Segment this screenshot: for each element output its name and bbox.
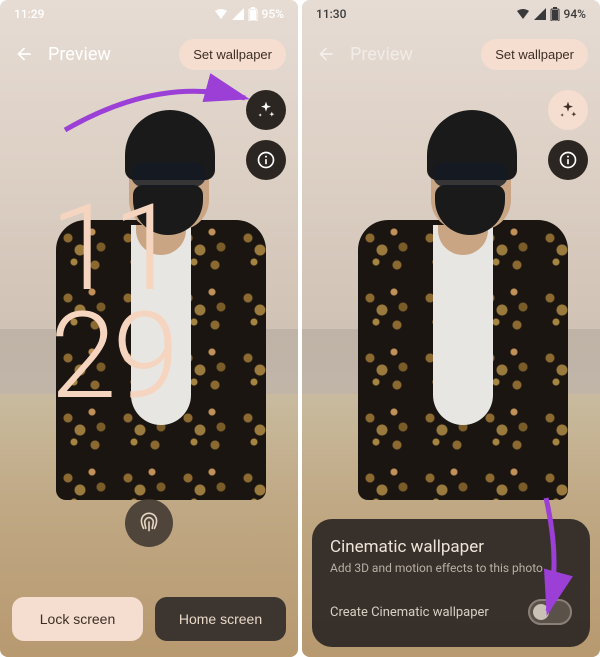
set-wallpaper-button[interactable]: Set wallpaper [481,39,588,70]
status-battery: 95% [262,7,284,21]
clock-minutes: 29 [50,303,175,411]
fingerprint-button[interactable] [125,499,173,547]
battery-icon [550,7,560,21]
page-title: Preview [350,44,413,65]
status-bar: 11:29 95% [0,0,298,28]
sparkle-fab[interactable] [246,90,286,130]
set-wallpaper-button[interactable]: Set wallpaper [179,39,286,70]
signal-icon [232,8,244,20]
lock-screen-clock: 11 29 [50,195,175,411]
back-button[interactable] [314,42,338,66]
info-fab[interactable] [548,140,588,180]
info-fab[interactable] [246,140,286,180]
signal-icon [534,8,546,20]
battery-icon [248,7,258,21]
info-icon [256,150,276,170]
back-arrow-icon [14,44,34,64]
toggle-thumb [533,604,549,620]
status-bar: 11:30 94% [302,0,600,28]
sparkle-fab[interactable] [548,90,588,130]
header: Preview Set wallpaper [302,30,600,78]
sparkle-icon [256,100,276,120]
back-arrow-icon [316,44,336,64]
home-screen-button[interactable]: Home screen [155,597,286,641]
fingerprint-icon [136,510,162,536]
status-battery: 94% [564,7,586,21]
back-button[interactable] [12,42,36,66]
wifi-icon [214,8,228,20]
page-title: Preview [48,44,111,65]
sparkle-icon [558,100,578,120]
cinematic-wallpaper-sheet: Cinematic wallpaper Add 3D and motion ef… [312,519,590,647]
status-time: 11:29 [14,7,44,21]
phone-screenshot-right: 11:30 94% Preview Set wallpaper [302,0,600,657]
phone-screenshot-left: 11:29 95% Preview Set wallpaper [0,0,298,657]
lock-screen-button[interactable]: Lock screen [12,597,143,641]
wifi-icon [516,8,530,20]
cinematic-toggle[interactable] [528,599,572,625]
toggle-label: Create Cinematic wallpaper [330,605,489,620]
status-time: 11:30 [316,7,346,21]
header: Preview Set wallpaper [0,30,298,78]
sheet-subtitle: Add 3D and motion effects to this photo [330,561,572,575]
sheet-title: Cinematic wallpaper [330,537,572,557]
info-icon [558,150,578,170]
